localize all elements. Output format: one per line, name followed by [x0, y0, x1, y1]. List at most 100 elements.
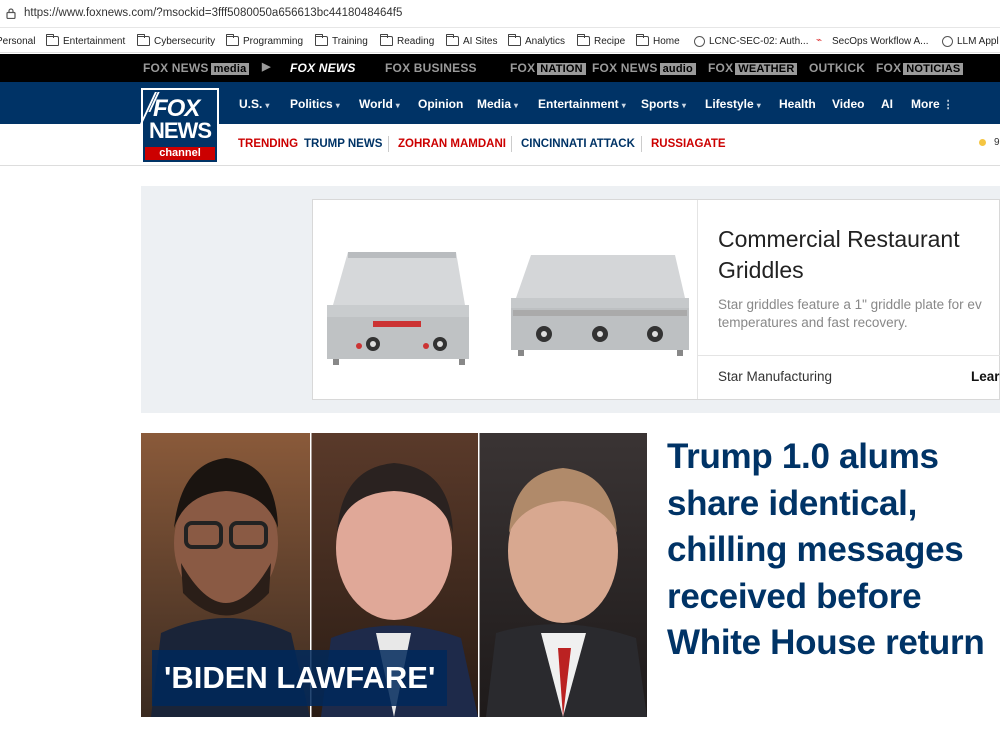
bookmark-llm-appl[interactable]: LLM Appl [942, 33, 999, 49]
address-bar[interactable]: https://www.foxnews.com/?msockid=3fff508… [0, 0, 1000, 28]
bookmark-cybersecurity[interactable]: Cybersecurity [137, 33, 215, 49]
bookmark-personal[interactable]: Personal [0, 33, 35, 49]
ad-brand[interactable]: Star Manufacturing [718, 369, 832, 384]
bookmark-ai-sites[interactable]: AI Sites [446, 33, 497, 49]
bookmark-label: Reading [397, 35, 435, 47]
network-tag: WEATHER [735, 63, 798, 75]
nav-label: More [911, 97, 940, 111]
bookmark-label: Personal [0, 35, 36, 47]
network-tag: media [210, 63, 250, 75]
ad-description-line: temperatures and fast recovery. [718, 315, 908, 330]
folder-icon [46, 34, 59, 46]
bookmark-recipe[interactable]: Recipe [577, 33, 625, 49]
nav-label: Media [477, 97, 512, 111]
bookmark-training[interactable]: Training [315, 33, 368, 49]
divider [698, 355, 1000, 356]
folder-icon [137, 34, 150, 46]
ad-title[interactable]: Commercial Restaurant Griddles [718, 224, 1000, 286]
weather-temp[interactable]: 9 [994, 137, 1000, 148]
nav-label: Politics [290, 97, 333, 111]
folder-icon [636, 34, 649, 46]
bookmark-label: Entertainment [63, 35, 126, 47]
bookmark-programming[interactable]: Programming [226, 33, 303, 49]
nav-us[interactable]: U.S. ▾ [239, 97, 269, 111]
ad-card[interactable]: Commercial Restaurant Griddles Star grid… [312, 199, 1000, 400]
network-fox-news[interactable]: FOX NEWS [290, 61, 356, 75]
nav-health[interactable]: Health [779, 97, 816, 111]
network-tag: NOTICIAS [903, 63, 964, 75]
bookmark-label: LLM Appl [957, 35, 999, 47]
trending-item[interactable]: CINCINNATI ATTACK [521, 138, 635, 150]
bookmark-label: Cybersecurity [154, 35, 216, 47]
nav-sports[interactable]: Sports ▾ [641, 97, 686, 111]
nav-label: World [359, 97, 393, 111]
nav-video[interactable]: Video [832, 97, 864, 111]
nav-label: Lifestyle [705, 97, 754, 111]
trending-item[interactable]: ZOHRAN MAMDANI [398, 138, 506, 150]
logo-text: NEWS [149, 118, 212, 143]
network-outkick[interactable]: OUTKICK [809, 61, 865, 75]
network-label: FOX [708, 61, 734, 75]
bookmark-label: Recipe [594, 35, 626, 47]
ad-description: Star griddles feature a 1" griddle plate… [718, 296, 1000, 332]
network-fox-weather[interactable]: FOX WEATHER [708, 61, 798, 75]
nav-label: Sports [641, 97, 680, 111]
folder-icon [508, 34, 521, 46]
bookmark-label: LCNC-SEC-02: Auth... [709, 35, 809, 47]
bookmark-analytics[interactable]: Analytics [508, 33, 565, 49]
chevron-down-icon: ▾ [682, 101, 687, 110]
folder-icon [226, 34, 239, 46]
bookmark-lcnc-sec[interactable]: LCNC-SEC-02: Auth... [694, 33, 808, 49]
network-label: FOX [876, 61, 902, 75]
bookmark-secops[interactable]: ⌁ SecOps Workflow A... [816, 33, 929, 49]
bookmark-label: AI Sites [463, 35, 498, 47]
nav-media[interactable]: Media ▾ [477, 97, 518, 111]
network-label: FOX NEWS [143, 61, 209, 75]
network-fox-noticias[interactable]: FOX NOTICIAS [876, 61, 964, 75]
nav-entertainment[interactable]: Entertainment ▾ [538, 97, 626, 111]
hero-badge[interactable]: 'BIDEN LAWFARE' [152, 650, 448, 706]
network-bar: FOX NEWS media ▶ FOX NEWS FOX BUSINESS FO… [0, 54, 1000, 82]
chevron-down-icon: ▾ [395, 101, 400, 110]
logo-text: channel [145, 147, 215, 160]
nav-world[interactable]: World ▾ [359, 97, 400, 111]
trending-item[interactable]: TRUMP NEWS [304, 138, 382, 150]
griddle-ad-image [313, 200, 697, 399]
nav-label: Entertainment [538, 97, 619, 111]
bookmarks-bar: Personal Entertainment Cybersecurity Pro… [0, 29, 1000, 53]
bookmark-home[interactable]: Home [636, 33, 680, 49]
divider [641, 136, 642, 152]
nav-opinion[interactable]: Opinion [418, 97, 463, 111]
chevron-down-icon: ▾ [335, 101, 340, 110]
url-text[interactable]: https://www.foxnews.com/?msockid=3fff508… [24, 7, 402, 19]
logo-text: FOX [153, 95, 200, 122]
bookmark-label: SecOps Workflow A... [832, 35, 929, 47]
nav-label: U.S. [239, 97, 263, 111]
folder-icon [380, 34, 393, 46]
network-fox-business[interactable]: FOX BUSINESS [385, 61, 477, 75]
bookmark-reading[interactable]: Reading [380, 33, 434, 49]
nav-more[interactable]: More ⋮ [911, 97, 954, 111]
nav-ai[interactable]: AI [881, 97, 893, 111]
chevron-down-icon: ▾ [265, 101, 270, 110]
play-icon: ▶ [262, 61, 271, 73]
bookmark-entertainment[interactable]: Entertainment [46, 33, 125, 49]
network-tag: audio [659, 63, 696, 75]
bookmark-label: Home [653, 35, 680, 47]
network-fox-news-media[interactable]: FOX NEWS media [143, 61, 250, 75]
network-fox-nation[interactable]: FOX NATION [510, 61, 586, 75]
nav-lifestyle[interactable]: Lifestyle ▾ [705, 97, 761, 111]
divider [511, 136, 512, 152]
ad-description-line: Star griddles feature a 1" griddle plate… [718, 297, 982, 312]
folder-icon [577, 34, 590, 46]
trending-item[interactable]: RUSSIAGATE [651, 138, 726, 150]
bookmark-label: Programming [243, 35, 304, 47]
divider [388, 136, 389, 152]
network-tag: NATION [537, 63, 586, 75]
fox-news-logo[interactable]: FOX NEWS channel [139, 88, 219, 164]
ad-learn-more-button[interactable]: Lear [971, 369, 1000, 384]
hero-headline[interactable]: Trump 1.0 alums share identical, chillin… [667, 434, 997, 667]
globe-icon [942, 35, 953, 47]
network-fox-news-audio[interactable]: FOX NEWS audio [592, 61, 696, 75]
nav-politics[interactable]: Politics ▾ [290, 97, 340, 111]
